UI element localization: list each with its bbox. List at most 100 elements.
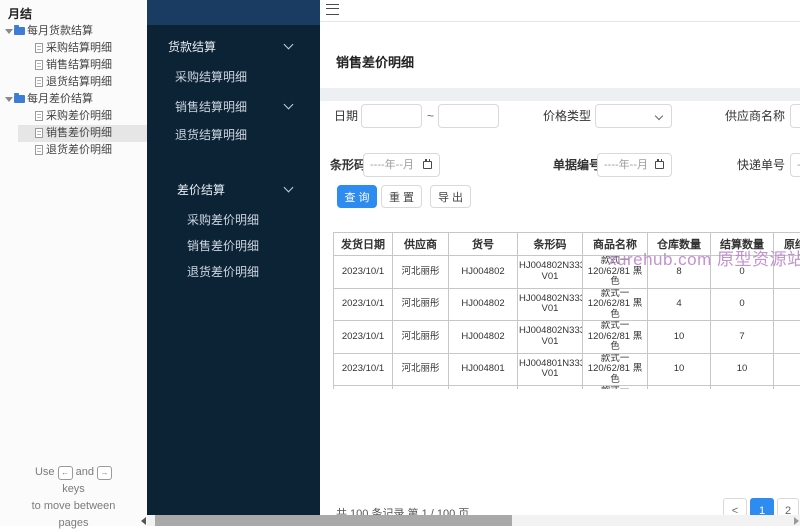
- date-label: 日期: [334, 104, 358, 128]
- tree-node-label: 每月货款结算: [27, 23, 93, 40]
- tree-item-label: 采购结算明细: [46, 40, 112, 57]
- folder-icon: [14, 95, 25, 103]
- col-barcode: 条形码: [518, 233, 583, 256]
- tree-item-return-price-diff[interactable]: 退货差价明细: [0, 142, 147, 159]
- chevron-down-icon[interactable]: [284, 40, 294, 50]
- menu-item-sales-price-diff[interactable]: 销售差价明细: [187, 237, 259, 254]
- menu-section-price-diff-settlement[interactable]: 差价结算: [177, 181, 225, 198]
- cell: 2023/10/1: [334, 386, 393, 390]
- tree-item-label: 销售差价明细: [46, 125, 112, 142]
- horizontal-scrollbar[interactable]: [147, 515, 800, 526]
- sitemap-tree: 每月货款结算 采购结算明细 销售结算明细 退货结算明细 每月差价结算 采购差价明…: [0, 23, 147, 159]
- month-placeholder: ----年--月: [370, 159, 414, 171]
- menu-section-payment-settlement[interactable]: 货款结算: [168, 38, 216, 55]
- menu-item-purchase-settlement[interactable]: 采购结算明细: [175, 68, 247, 85]
- cell: 河北丽彤: [393, 386, 449, 390]
- export-button[interactable]: 导 出: [430, 185, 471, 208]
- cell: 2023/10/1: [334, 288, 393, 321]
- cell: 款式一 120/62/81 黑色: [583, 386, 648, 390]
- date-from-input[interactable]: [361, 104, 422, 128]
- col-original-settle: 原结: [774, 233, 800, 256]
- secondary-sidebar: 货款结算 采购结算明细 销售结算明细 退货结算明细 差价结算 采购差价明细 销售…: [147, 0, 320, 526]
- sidebar-header-strip: [147, 0, 320, 25]
- table-row: 2023/10/1河北丽彤HJ004802HJ004802N333 V01款式一…: [334, 288, 800, 321]
- cell: 款式一 120/62/81 黑色: [583, 321, 648, 354]
- cell: HJ004802N333 V01: [518, 256, 583, 289]
- col-supplier: 供应商: [393, 233, 449, 256]
- cell: 1: [648, 386, 711, 390]
- search-button[interactable]: 查 询: [337, 185, 377, 208]
- menu-item-return-settlement[interactable]: 退货结算明细: [175, 126, 247, 143]
- cell: [774, 386, 800, 390]
- section-divider-band: [320, 88, 800, 101]
- cell: 款式一 120/62/81 黑色: [583, 288, 648, 321]
- main-content: 销售差价明细 日期 ~ 价格类型 供应商名称 条形码 ----年--月 单据编号…: [320, 0, 800, 526]
- order-no-month-picker[interactable]: ----年--月: [597, 153, 672, 177]
- table-header-row: 发货日期 供应商 货号 条形码 商品名称 仓库数量 结算数量 原结: [334, 233, 800, 256]
- supplier-name-label: 供应商名称: [725, 104, 785, 128]
- date-to-input[interactable]: [438, 104, 499, 128]
- menu-item-purchase-price-diff[interactable]: 采购差价明细: [187, 211, 259, 228]
- tree-item-sales-price-diff-selected[interactable]: 销售差价明细: [18, 125, 147, 142]
- tree-item-return-settlement[interactable]: 退货结算明细: [0, 74, 147, 91]
- col-warehouse-qty: 仓库数量: [648, 233, 711, 256]
- scrollbar-right-arrow-icon[interactable]: [794, 517, 799, 525]
- tree-item-label: 采购差价明细: [46, 108, 112, 125]
- supplier-name-input[interactable]: [790, 104, 800, 128]
- cell: [774, 353, 800, 386]
- results-table-container: 发货日期 供应商 货号 条形码 商品名称 仓库数量 结算数量 原结 2023/1…: [333, 232, 800, 389]
- cell: HJ004802: [449, 256, 518, 289]
- document-icon: [35, 77, 43, 87]
- table-row: 2023/10/1河北丽彤HJ004801HJ004801N333 V01款式一…: [334, 353, 800, 386]
- cell: HJ004802N333 V01: [518, 321, 583, 354]
- tree-node-label: 每月差价结算: [27, 91, 93, 108]
- chevron-down-icon[interactable]: [284, 183, 294, 193]
- sidebar-collapse-icon[interactable]: [326, 4, 339, 15]
- scrollbar-left-arrow-icon[interactable]: [141, 517, 146, 525]
- menu-section-label: 差价结算: [177, 183, 225, 197]
- table-row: 2023/10/1河北丽彤HJ004802HJ004802N333 V01款式一…: [334, 321, 800, 354]
- arrow-left-keycap-icon: ←: [58, 466, 73, 480]
- tree-item-sales-settlement[interactable]: 销售结算明细: [0, 57, 147, 74]
- expander-icon[interactable]: [5, 29, 13, 34]
- cell: HJ004802: [449, 288, 518, 321]
- tree-item-purchase-price-diff[interactable]: 采购差价明细: [0, 108, 147, 125]
- table-row: 2023/10/1河北丽彤HJ004802HJ004802N333 V01款式一…: [334, 256, 800, 289]
- scrollbar-thumb[interactable]: [155, 515, 512, 526]
- tracking-no-month-picker[interactable]: ----年--月: [790, 153, 800, 177]
- chevron-down-icon[interactable]: [284, 100, 294, 110]
- tree-item-purchase-settlement[interactable]: 采购结算明细: [0, 40, 147, 57]
- col-product-name: 商品名称: [583, 233, 648, 256]
- expander-icon[interactable]: [5, 97, 13, 102]
- menu-item-sales-settlement[interactable]: 销售结算明细: [175, 98, 247, 115]
- order-no-label: 单据编号: [553, 153, 601, 177]
- col-item-no: 货号: [449, 233, 518, 256]
- cell: [774, 321, 800, 354]
- cell: 0: [711, 288, 774, 321]
- price-type-select[interactable]: [595, 104, 672, 128]
- cell: 河北丽彤: [393, 288, 449, 321]
- cell: HJ004801: [449, 353, 518, 386]
- cell: 4: [648, 288, 711, 321]
- reset-button[interactable]: 重 置: [381, 185, 422, 208]
- cell: 2023/10/1: [334, 321, 393, 354]
- cell: 河北丽彤: [393, 256, 449, 289]
- cell: 8: [648, 256, 711, 289]
- tree-node-monthly-payment[interactable]: 每月货款结算: [0, 23, 147, 40]
- document-icon: [35, 145, 43, 155]
- cell: HJ004801N333 V01: [518, 353, 583, 386]
- date-range-separator: ~: [427, 104, 434, 128]
- menu-item-return-price-diff[interactable]: 退货差价明细: [187, 263, 259, 280]
- cell: HJ004801N333 V01: [518, 386, 583, 390]
- cell: 10: [648, 353, 711, 386]
- hint-line2: to move between: [32, 500, 116, 512]
- cell: HJ004802N333 V01: [518, 288, 583, 321]
- menu-section-label: 货款结算: [168, 40, 216, 54]
- folder-icon: [14, 27, 25, 35]
- cell: 河北丽彤: [393, 321, 449, 354]
- calendar-icon: [423, 161, 432, 169]
- price-type-label: 价格类型: [543, 104, 591, 128]
- tree-node-monthly-price-diff[interactable]: 每月差价结算: [0, 91, 147, 108]
- barcode-month-picker[interactable]: ----年--月: [363, 153, 440, 177]
- hint-word-keys: keys: [62, 483, 85, 495]
